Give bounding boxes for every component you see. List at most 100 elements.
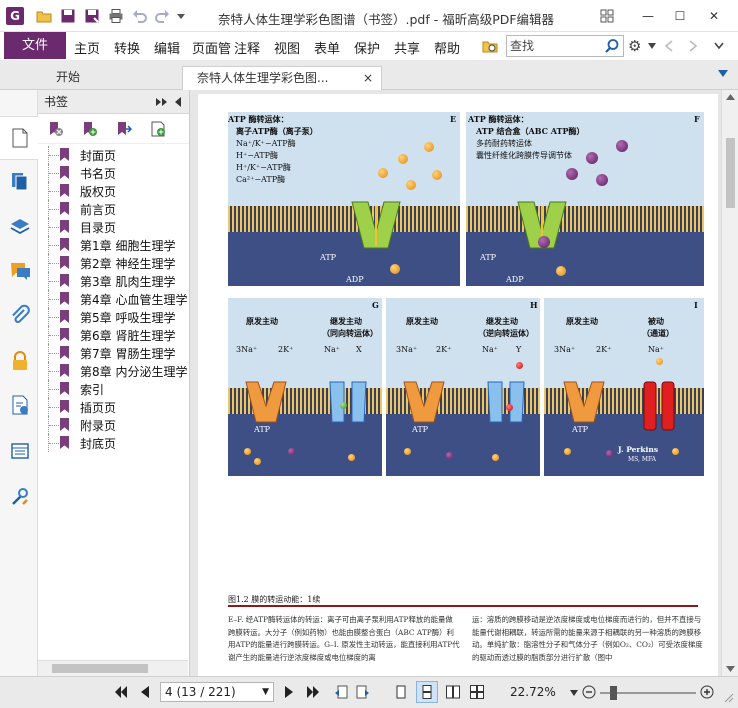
save-icon[interactable] <box>60 8 76 24</box>
menu-comment[interactable]: 注释 <box>234 38 260 57</box>
security-lock-icon[interactable] <box>9 350 31 372</box>
bookmark-item[interactable]: 封底页 <box>38 434 188 452</box>
zoom-dropdown-icon[interactable] <box>570 690 578 696</box>
menu-edit[interactable]: 编辑 <box>154 38 180 57</box>
bookmark-item[interactable]: 封面页 <box>38 146 188 164</box>
bookmark-horizontal-scrollbar[interactable] <box>38 660 188 676</box>
bookmark-item[interactable]: 第4章 心血管生理学 <box>38 290 188 308</box>
bookmark-item[interactable]: 第8章 内分泌生理学 <box>38 362 188 380</box>
artist-credentials: MS, MFA <box>628 456 656 463</box>
scrollbar-thumb[interactable] <box>52 664 148 673</box>
menu-page-manage[interactable]: 页面管 <box>192 38 232 57</box>
tools-wrench-icon[interactable] <box>9 486 31 508</box>
new-bookmark-icon[interactable] <box>116 121 132 137</box>
zoom-slider-handle[interactable] <box>610 686 617 700</box>
open-folder-icon[interactable] <box>36 8 52 24</box>
restore-button[interactable]: ☐ <box>668 5 692 27</box>
close-window-button[interactable]: ✕ <box>702 5 726 27</box>
bookmark-properties-icon[interactable] <box>150 121 166 137</box>
grid-layout-icon[interactable] <box>600 9 614 23</box>
save-as-icon[interactable] <box>84 8 100 24</box>
ion-particle <box>406 180 416 190</box>
tab-start[interactable]: 开始 <box>40 66 180 90</box>
page-thumbnails-icon[interactable] <box>9 170 31 192</box>
attachments-icon[interactable] <box>9 304 31 326</box>
bookmark-flag-icon <box>60 184 69 197</box>
bookmark-item[interactable]: 附录页 <box>38 416 188 434</box>
continuous-facing-view-icon[interactable] <box>470 685 484 699</box>
layers-icon[interactable] <box>9 216 31 238</box>
search-icon[interactable] <box>604 38 620 54</box>
next-page-icon[interactable] <box>282 685 296 699</box>
zoom-in-icon[interactable] <box>700 685 714 699</box>
menu-convert[interactable]: 转换 <box>114 38 140 57</box>
menu-view[interactable]: 视图 <box>274 38 300 57</box>
continuous-view-button[interactable] <box>416 681 438 703</box>
resize-grip-icon[interactable] <box>722 691 734 703</box>
undo-icon[interactable] <box>132 8 148 24</box>
menu-form[interactable]: 表单 <box>314 38 340 57</box>
bookmark-item[interactable]: 书名页 <box>38 164 188 182</box>
file-menu-button[interactable]: 文件 <box>4 32 66 59</box>
settings-gear-icon[interactable]: ⚙ <box>628 37 641 55</box>
single-page-view-icon[interactable] <box>394 685 408 699</box>
search-box[interactable] <box>506 35 624 57</box>
delete-bookmark-icon[interactable] <box>48 121 64 137</box>
scrollbar-thumb[interactable] <box>726 138 735 208</box>
menu-help[interactable]: 帮助 <box>434 38 460 57</box>
bookmark-item[interactable]: 前言页 <box>38 200 188 218</box>
menu-share[interactable]: 共享 <box>394 38 420 57</box>
scroll-up-icon[interactable] <box>726 94 735 100</box>
nav-back-icon[interactable] <box>664 40 674 52</box>
tab-document[interactable]: 奈特人体生理学彩色图... × <box>182 66 382 90</box>
content-list-icon[interactable] <box>9 440 31 462</box>
minimize-button[interactable]: — <box>636 5 660 27</box>
expand-panel-icon[interactable] <box>156 98 168 106</box>
collapse-panel-icon[interactable] <box>174 97 182 107</box>
tab-close-icon[interactable]: × <box>363 67 373 89</box>
page-dropdown-icon[interactable]: ▼ <box>262 683 269 701</box>
bookmark-item[interactable]: 第7章 胃肠生理学 <box>38 344 188 362</box>
previous-page-icon[interactable] <box>138 685 152 699</box>
zoom-level-value[interactable]: 22.72% <box>510 685 556 699</box>
menu-protect[interactable]: 保护 <box>354 38 380 57</box>
page-number-input[interactable]: 4 (13 / 221) ▼ <box>160 682 274 702</box>
bookmark-panel-tab[interactable] <box>0 116 38 160</box>
bookmark-item[interactable]: 第3章 肌肉生理学 <box>38 272 188 290</box>
document-vertical-scrollbar[interactable] <box>721 90 738 676</box>
scroll-down-icon[interactable] <box>726 666 735 672</box>
tab-list-dropdown-icon[interactable] <box>718 70 728 78</box>
bookmark-item[interactable]: 插页页 <box>38 398 188 416</box>
collapse-ribbon-icon[interactable] <box>714 42 724 50</box>
signature-document-icon[interactable] <box>9 394 31 416</box>
settings-dropdown-icon[interactable] <box>648 43 656 49</box>
bookmark-item[interactable]: 目录页 <box>38 218 188 236</box>
next-view-icon[interactable] <box>356 685 370 699</box>
nav-forward-icon[interactable] <box>688 40 698 52</box>
first-page-icon[interactable] <box>114 685 128 699</box>
previous-view-icon[interactable] <box>334 685 348 699</box>
ion-label: Na⁺ <box>648 345 664 354</box>
facing-view-icon[interactable] <box>446 685 460 699</box>
last-page-icon[interactable] <box>306 685 320 699</box>
bookmark-item[interactable]: 第6章 肾脏生理学 <box>38 326 188 344</box>
find-folder-icon[interactable] <box>482 38 498 54</box>
bookmark-item[interactable]: 索引 <box>38 380 188 398</box>
print-icon[interactable] <box>108 8 124 24</box>
menu-home[interactable]: 主页 <box>74 38 100 57</box>
ion-label: X <box>356 345 362 354</box>
redo-icon[interactable] <box>154 8 170 24</box>
search-input[interactable] <box>510 36 602 56</box>
comments-icon[interactable] <box>9 260 31 282</box>
drug-molecule <box>538 236 550 248</box>
zoom-out-icon[interactable] <box>582 685 596 699</box>
ion-particle <box>506 404 513 411</box>
app-logo-icon[interactable]: G <box>6 7 24 25</box>
ion-label: Na⁺ <box>324 345 340 354</box>
customize-toolbar-icon[interactable] <box>176 8 186 24</box>
bookmark-item[interactable]: 第5章 呼吸生理学 <box>38 308 188 326</box>
bookmark-item[interactable]: 第1章 细胞生理学 <box>38 236 188 254</box>
add-bookmark-icon[interactable] <box>82 121 98 137</box>
bookmark-item[interactable]: 第2章 神经生理学 <box>38 254 188 272</box>
bookmark-item[interactable]: 版权页 <box>38 182 188 200</box>
